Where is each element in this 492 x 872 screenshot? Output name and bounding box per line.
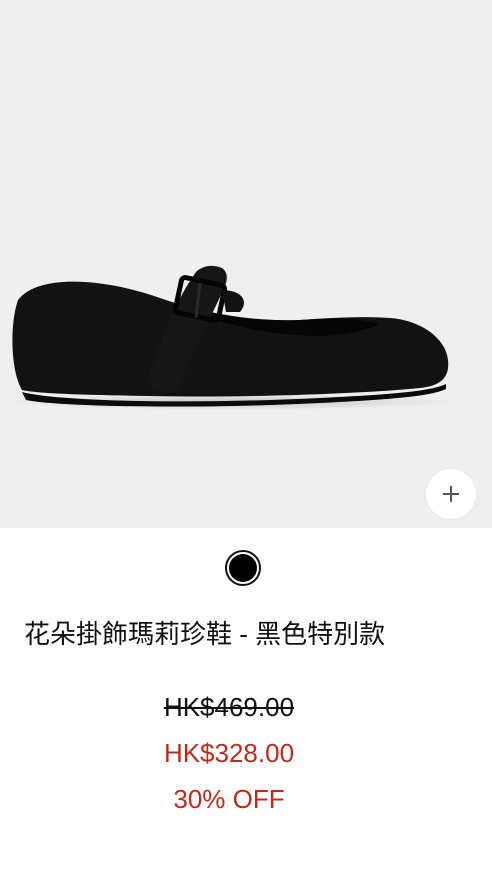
original-price: HK$469.00 xyxy=(163,692,295,722)
color-swatch-black[interactable] xyxy=(225,550,261,586)
product-image xyxy=(2,265,462,410)
product-title[interactable]: 花朵掛飾瑪莉珍鞋 - 黑色特別款 xyxy=(24,614,474,654)
zoom-button[interactable] xyxy=(426,469,476,519)
discount-label: 30% OFF xyxy=(173,784,285,814)
swatch-fill xyxy=(229,554,257,582)
price-block: HK$469.00 HK$328.00 30% OFF xyxy=(0,684,458,822)
plus-icon xyxy=(443,486,459,502)
product-card[interactable]: 花朵掛飾瑪莉珍鞋 - 黑色特別款 HK$469.00 HK$328.00 30%… xyxy=(0,0,492,872)
product-image-area[interactable] xyxy=(0,0,492,528)
sale-price: HK$328.00 xyxy=(163,738,295,768)
color-swatch-list xyxy=(0,548,486,588)
